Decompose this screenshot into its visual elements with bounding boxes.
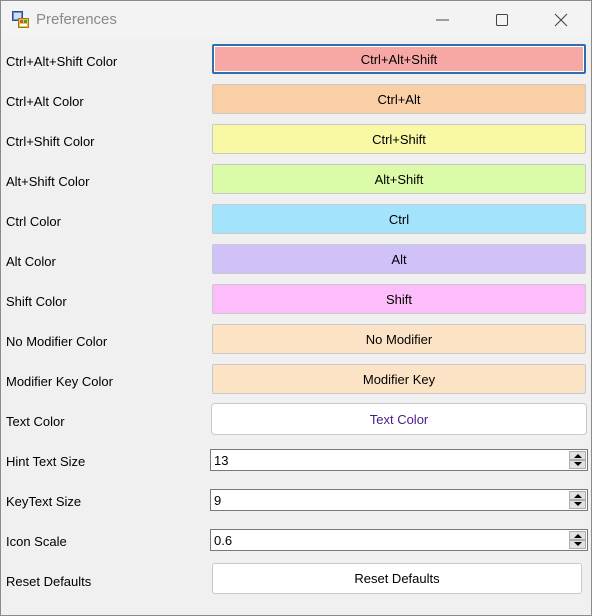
arrow-down-icon: [574, 502, 582, 506]
setting-row-ctrl-alt: Ctrl+Alt Color Ctrl+Alt: [1, 82, 591, 122]
ctrl-color-button[interactable]: Ctrl: [212, 204, 586, 234]
setting-row-ctrl-shift: Ctrl+Shift Color Ctrl+Shift: [1, 122, 591, 162]
spin-up-button[interactable]: [569, 531, 586, 540]
preferences-window: Preferences Ctrl+Alt+Shift Color Ctrl+Al…: [0, 0, 592, 616]
setting-row-alt: Alt Color Alt: [1, 242, 591, 282]
hint-text-size-spinner[interactable]: 13: [210, 449, 588, 471]
setting-row-shift: Shift Color Shift: [1, 282, 591, 322]
icon-scale-spinner[interactable]: 0.6: [210, 529, 588, 551]
setting-label: No Modifier Color: [6, 334, 108, 349]
setting-label: Text Color: [6, 414, 65, 429]
window-title: Preferences: [36, 11, 117, 28]
setting-label: Ctrl+Alt+Shift Color: [6, 54, 118, 69]
reset-defaults-button[interactable]: Reset Defaults: [212, 563, 582, 594]
setting-label: Modifier Key Color: [6, 374, 113, 389]
spin-up-button[interactable]: [569, 491, 586, 500]
close-button[interactable]: [532, 1, 590, 39]
maximize-icon: [496, 14, 508, 26]
setting-label: Hint Text Size: [6, 454, 86, 469]
arrow-up-icon: [574, 534, 582, 538]
setting-row-hint-text-size: Hint Text Size 13: [1, 442, 591, 482]
no-modifier-color-button[interactable]: No Modifier: [212, 324, 586, 354]
keytext-size-spinner[interactable]: 9: [210, 489, 588, 511]
spinner-buttons: [569, 451, 586, 469]
ctrl-alt-shift-color-button[interactable]: Ctrl+Alt+Shift: [212, 44, 586, 74]
setting-label: Ctrl Color: [6, 214, 61, 229]
setting-label: Ctrl+Alt Color: [6, 94, 84, 109]
modifier-key-color-button[interactable]: Modifier Key: [212, 364, 586, 394]
setting-label: KeyText Size: [6, 494, 82, 509]
minimize-button[interactable]: [414, 1, 472, 39]
minimize-icon: [436, 19, 449, 21]
spinner-buttons: [569, 531, 586, 549]
spin-down-button[interactable]: [569, 500, 586, 509]
setting-row-icon-scale: Icon Scale 0.6: [1, 522, 591, 562]
setting-row-reset: Reset Defaults Reset Defaults: [1, 562, 591, 602]
shift-color-button[interactable]: Shift: [212, 284, 586, 314]
alt-shift-color-button[interactable]: Alt+Shift: [212, 164, 586, 194]
preferences-app-icon: [12, 11, 29, 28]
spin-up-button[interactable]: [569, 451, 586, 460]
setting-label: Alt Color: [6, 254, 56, 269]
setting-row-ctrl-alt-shift: Ctrl+Alt+Shift Color Ctrl+Alt+Shift: [1, 42, 591, 82]
setting-label: Alt+Shift Color: [6, 174, 90, 189]
setting-label: Shift Color: [6, 294, 67, 309]
arrow-down-icon: [574, 542, 582, 546]
arrow-up-icon: [574, 494, 582, 498]
setting-label: Ctrl+Shift Color: [6, 134, 95, 149]
arrow-down-icon: [574, 462, 582, 466]
alt-color-button[interactable]: Alt: [212, 244, 586, 274]
setting-label: Reset Defaults: [6, 574, 92, 589]
setting-label: Icon Scale: [6, 534, 67, 549]
setting-row-text-color: Text Color Text Color: [1, 402, 591, 442]
setting-row-alt-shift: Alt+Shift Color Alt+Shift: [1, 162, 591, 202]
icon-scale-value[interactable]: 0.6: [214, 533, 232, 548]
spin-down-button[interactable]: [569, 540, 586, 549]
ctrl-shift-color-button[interactable]: Ctrl+Shift: [212, 124, 586, 154]
setting-row-no-modifier: No Modifier Color No Modifier: [1, 322, 591, 362]
setting-row-ctrl: Ctrl Color Ctrl: [1, 202, 591, 242]
text-color-button[interactable]: Text Color: [211, 403, 587, 435]
ctrl-alt-color-button[interactable]: Ctrl+Alt: [212, 84, 586, 114]
spin-down-button[interactable]: [569, 460, 586, 469]
keytext-size-value[interactable]: 9: [214, 493, 221, 508]
close-icon: [554, 13, 568, 27]
hint-text-size-value[interactable]: 13: [214, 453, 228, 468]
arrow-up-icon: [574, 454, 582, 458]
maximize-button[interactable]: [473, 1, 531, 39]
setting-row-modifier-key: Modifier Key Color Modifier Key: [1, 362, 591, 402]
spinner-buttons: [569, 491, 586, 509]
title-bar[interactable]: Preferences: [1, 1, 591, 39]
setting-row-keytext-size: KeyText Size 9: [1, 482, 591, 522]
